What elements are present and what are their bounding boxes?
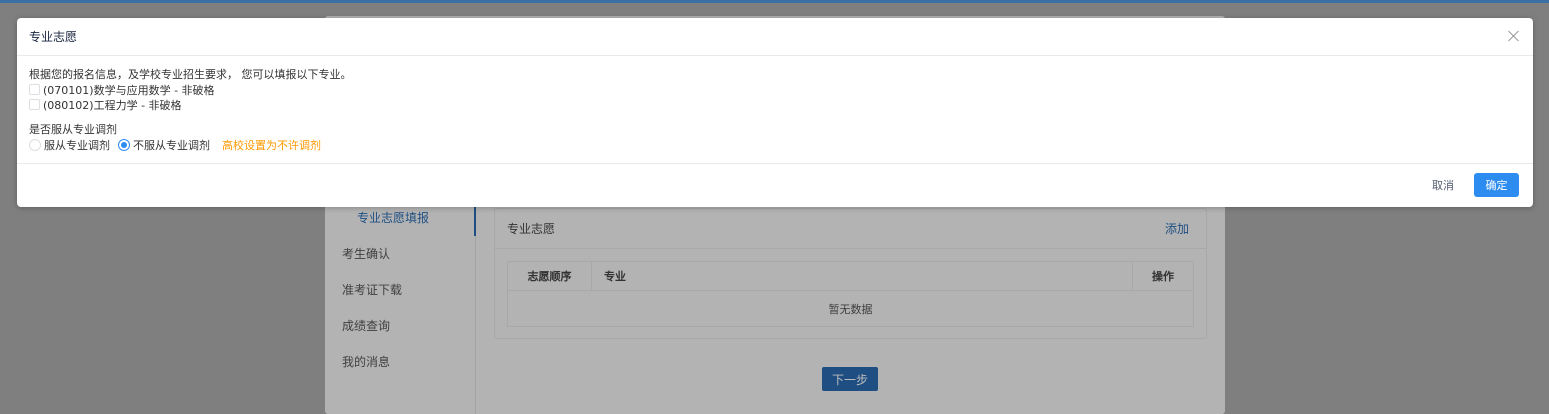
column-header-major: 专业: [592, 262, 1133, 290]
major-table: 志愿顺序 专业 操作 暂无数据: [507, 261, 1194, 327]
nav-item-admission-ticket[interactable]: 准考证下载: [325, 272, 475, 308]
table-empty-text: 暂无数据: [828, 302, 873, 316]
column-header-order: 志愿顺序: [508, 262, 592, 290]
major-panel-header: 专业志愿 添加: [495, 209, 1206, 249]
table-header: 志愿顺序 专业 操作: [508, 262, 1193, 291]
radio-label: 服从专业调剂: [44, 139, 110, 152]
major-option-label: (070101)数学与应用数学 - 非破格: [43, 83, 215, 97]
intro-text: 根据您的报名信息，及学校专业招生要求， 您可以填报以下专业。: [29, 68, 352, 81]
adjust-radio-group: 服从专业调剂 不服从专业调剂 高校设置为不许调剂: [29, 137, 1521, 153]
cancel-button[interactable]: 取消: [1432, 177, 1454, 193]
add-major-link[interactable]: 添加: [1165, 220, 1189, 237]
adjust-question-label: 是否服从专业调剂: [29, 123, 117, 136]
radio-accept-adjust[interactable]: 服从专业调剂: [29, 137, 110, 153]
modal-body: 根据您的报名信息，及学校专业招生要求， 您可以填报以下专业。 (070101)数…: [17, 56, 1533, 164]
confirm-button[interactable]: 确定: [1474, 173, 1519, 197]
close-icon[interactable]: [1507, 29, 1521, 43]
nav-item-candidate-confirm[interactable]: 考生确认: [325, 236, 475, 272]
modal-footer: 取消 确定: [17, 164, 1533, 206]
radio-label: 不服从专业调剂: [133, 139, 210, 152]
major-option-1[interactable]: (070101)数学与应用数学 - 非破格: [29, 82, 1521, 97]
modal-header: 专业志愿: [17, 18, 1533, 56]
top-bar: [0, 0, 1549, 3]
next-step-button[interactable]: 下一步: [822, 367, 878, 391]
major-panel: 专业志愿 添加 志愿顺序 专业 操作 暂无数据: [494, 208, 1207, 339]
major-option-2[interactable]: (080102)工程力学 - 非破格: [29, 97, 1521, 112]
radio-decline-adjust[interactable]: 不服从专业调剂: [118, 137, 210, 153]
major-option-label: (080102)工程力学 - 非破格: [43, 98, 182, 112]
nav-item-score-query[interactable]: 成绩查询: [325, 308, 475, 344]
checkbox[interactable]: [29, 99, 40, 110]
major-panel-title: 专业志愿: [507, 222, 556, 236]
radio-button[interactable]: [29, 139, 41, 151]
major-choice-modal: 专业志愿 根据您的报名信息，及学校专业招生要求， 您可以填报以下专业。 (070…: [17, 18, 1533, 207]
checkbox[interactable]: [29, 84, 40, 95]
radio-button-selected[interactable]: [118, 139, 130, 151]
side-nav: 专业志愿填报 考生确认 准考证下载 成绩查询 我的消息: [325, 200, 476, 414]
nav-item-my-messages[interactable]: 我的消息: [325, 344, 475, 380]
modal-title: 专业志愿: [29, 30, 78, 44]
column-header-action: 操作: [1152, 270, 1174, 283]
adjust-notice: 高校设置为不许调剂: [222, 139, 321, 152]
